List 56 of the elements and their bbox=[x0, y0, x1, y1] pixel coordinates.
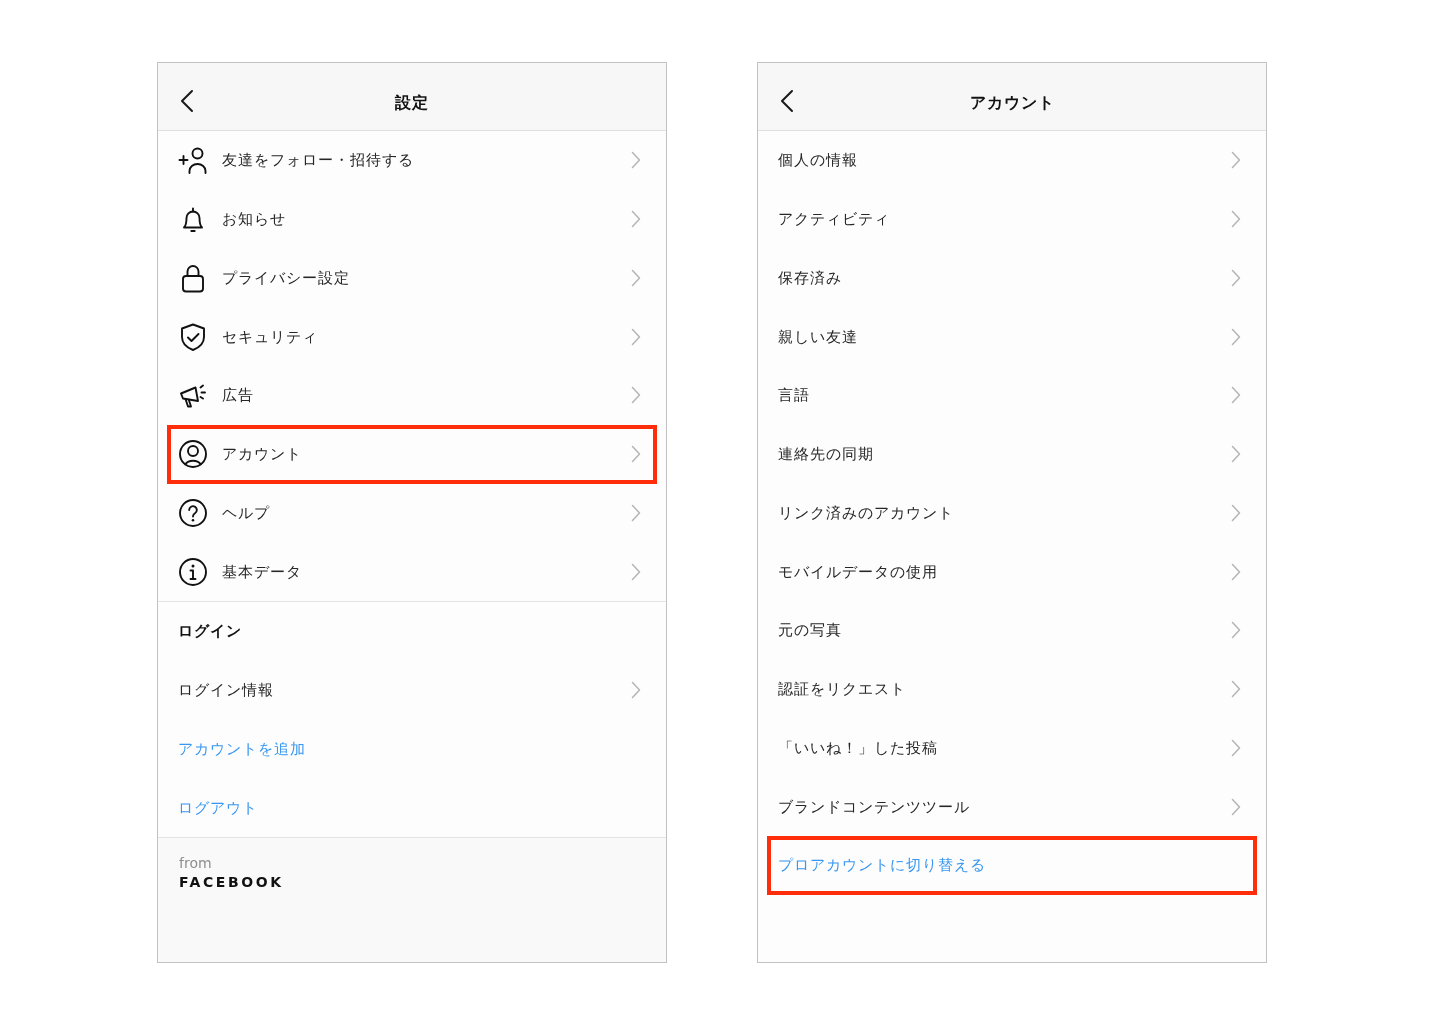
chevron-right-icon bbox=[1231, 151, 1241, 170]
chevron-right-icon bbox=[631, 681, 641, 700]
from-label: from bbox=[179, 854, 212, 872]
menu-item[interactable]: アカウント bbox=[158, 424, 666, 484]
person-add-icon bbox=[178, 145, 208, 176]
chevron-right-icon bbox=[1231, 621, 1241, 640]
menu-item[interactable]: ヘルプ bbox=[158, 483, 666, 543]
chevron-right-icon bbox=[1231, 327, 1241, 346]
chevron-right-icon bbox=[631, 562, 641, 581]
chevron-right-icon bbox=[631, 503, 641, 522]
chevron-right-icon bbox=[631, 268, 641, 287]
brand-wordmark: FACEBOOK bbox=[179, 873, 284, 892]
back-icon bbox=[180, 88, 194, 113]
chevron-right-icon bbox=[1231, 445, 1241, 464]
menu-item[interactable]: 元の写真 bbox=[758, 601, 1266, 660]
menu-item[interactable]: お知らせ bbox=[158, 189, 666, 249]
chevron-right-icon bbox=[1231, 386, 1241, 405]
menu-item[interactable]: 広告 bbox=[158, 366, 666, 425]
menu-item[interactable]: ブランドコンテンツツール bbox=[758, 777, 1266, 836]
screen-title: 設定 bbox=[395, 91, 429, 114]
menu-item[interactable]: リンク済みのアカウント bbox=[758, 483, 1266, 543]
info-icon bbox=[178, 556, 208, 587]
chevron-right-icon bbox=[631, 151, 641, 170]
menu-item[interactable]: 連絡先の同期 bbox=[758, 424, 1266, 484]
menu-item[interactable]: 基本データ bbox=[158, 542, 666, 601]
menu-item[interactable]: 友達をフォロー・招待する bbox=[158, 131, 666, 190]
shield-check-icon bbox=[178, 321, 208, 352]
chevron-right-icon bbox=[631, 445, 641, 464]
chevron-right-icon bbox=[1231, 503, 1241, 522]
menu-item[interactable]: プライバシー設定 bbox=[158, 248, 666, 308]
menu-item[interactable]: 保存済み bbox=[758, 248, 1266, 308]
help-icon bbox=[178, 497, 208, 528]
chevron-right-icon bbox=[1231, 738, 1241, 757]
menu-item[interactable]: 「いいね！」した投稿 bbox=[758, 718, 1266, 778]
chevron-right-icon bbox=[1231, 680, 1241, 699]
chevron-right-icon bbox=[631, 386, 641, 405]
chevron-right-icon bbox=[1231, 268, 1241, 287]
menu-item[interactable]: 認証をリクエスト bbox=[758, 659, 1266, 719]
menu-item[interactable]: 親しい友達 bbox=[758, 307, 1266, 366]
menu-item[interactable]: 言語 bbox=[758, 366, 1266, 425]
menu-item[interactable]: モバイルデータの使用 bbox=[758, 542, 1266, 601]
menu-item[interactable]: アクティビティ bbox=[758, 189, 1266, 249]
back-button[interactable] bbox=[780, 88, 794, 113]
back-button[interactable] bbox=[180, 88, 194, 113]
screen-title: アカウント bbox=[969, 91, 1055, 114]
menu-item[interactable]: ログイン情報 bbox=[158, 660, 666, 720]
chevron-right-icon bbox=[1231, 562, 1241, 581]
chevron-right-icon bbox=[1231, 797, 1241, 816]
menu-item[interactable]: 個人の情報 bbox=[758, 131, 1266, 190]
chevron-right-icon bbox=[631, 327, 641, 346]
back-icon bbox=[780, 88, 794, 113]
menu-item[interactable]: セキュリティ bbox=[158, 307, 666, 366]
chevron-right-icon bbox=[631, 210, 641, 229]
chevron-right-icon bbox=[1231, 210, 1241, 229]
section-heading: ログイン bbox=[177, 620, 242, 642]
person-circle-icon bbox=[178, 439, 208, 470]
